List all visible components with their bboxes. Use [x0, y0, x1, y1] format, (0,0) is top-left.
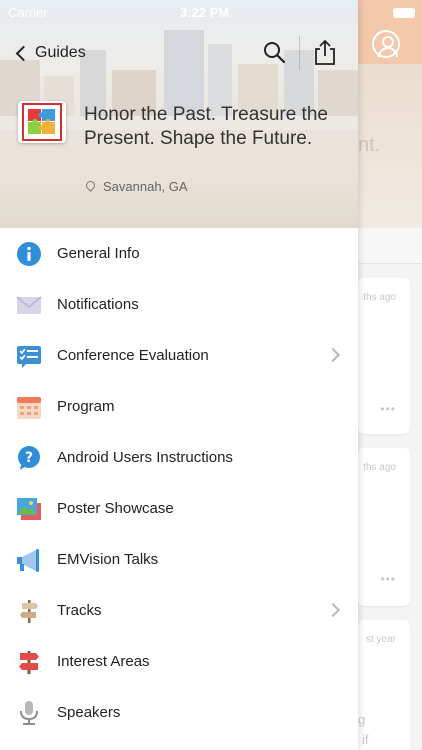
- svg-text:?: ?: [25, 450, 33, 466]
- menu-item-interest-areas[interactable]: Interest Areas: [0, 636, 358, 687]
- guide-location: Savannah, GA: [84, 179, 188, 194]
- direction-sign-icon: [16, 649, 42, 675]
- account-icon[interactable]: [372, 30, 400, 58]
- menu-item-label: Conference Evaluation: [57, 347, 209, 364]
- menu-item-label: General Info: [57, 245, 140, 262]
- background-card[interactable]: ths ago •••: [358, 278, 410, 434]
- back-label: Guides: [35, 44, 86, 61]
- menu-item-general-info[interactable]: General Info: [0, 228, 358, 279]
- menu-item-label: Interest Areas: [57, 653, 150, 670]
- background-header-text: nt.: [358, 134, 381, 156]
- menu-item-emvision-talks[interactable]: EMVision Talks: [0, 534, 358, 585]
- menu-item-label: Poster Showcase: [57, 500, 174, 517]
- menu-item-notifications[interactable]: Notifications: [0, 279, 358, 330]
- menu-item-label: EMVision Talks: [57, 551, 159, 568]
- menu-item-tracks[interactable]: Tracks: [0, 585, 358, 636]
- navigation-drawer: Carrier 3:22 PM Guides Honor the Past. T…: [0, 0, 358, 750]
- menu-item-poster-showcase[interactable]: Poster Showcase: [0, 483, 358, 534]
- guide-header: Carrier 3:22 PM Guides Honor the Past. T…: [0, 0, 358, 228]
- menu-item-android-users-instructions[interactable]: ? Android Users Instructions: [0, 432, 358, 483]
- guide-title: Honor the Past. Treasure the Present. Sh…: [84, 104, 328, 149]
- guide-menu: General Info Notifications Conference Ev…: [0, 228, 358, 738]
- background-text: if: [362, 732, 369, 747]
- background-card[interactable]: ths ago •••: [358, 448, 410, 606]
- help-icon: ?: [16, 445, 42, 471]
- guide-logo: [18, 101, 66, 143]
- megaphone-icon: [16, 547, 42, 573]
- menu-item-label: Program: [57, 398, 115, 415]
- background-tabs: [358, 228, 422, 264]
- menu-item-label: Notifications: [57, 296, 139, 313]
- menu-item-speakers[interactable]: Speakers: [0, 687, 358, 738]
- toolbar-divider: [299, 36, 300, 70]
- background-text: g: [358, 712, 366, 727]
- status-time: 3:22 PM: [180, 5, 230, 20]
- chevron-right-icon: [325, 347, 341, 363]
- location-pin-icon: [84, 179, 97, 192]
- back-button[interactable]: Guides: [14, 41, 86, 65]
- more-icon[interactable]: •••: [380, 572, 396, 586]
- carrier-label: Carrier: [8, 5, 48, 20]
- more-icon[interactable]: •••: [380, 402, 396, 416]
- microphone-icon: [16, 700, 42, 726]
- chevron-right-icon: [325, 602, 341, 618]
- menu-item-label: Speakers: [57, 704, 121, 721]
- card-timestamp: ths ago: [363, 462, 396, 473]
- share-icon[interactable]: [313, 38, 337, 66]
- menu-item-conference-evaluation[interactable]: Conference Evaluation: [0, 330, 358, 381]
- battery-icon: [393, 8, 415, 18]
- menu-item-program[interactable]: Program: [0, 381, 358, 432]
- menu-item-label: Tracks: [57, 602, 102, 619]
- checklist-icon: [16, 343, 42, 369]
- card-timestamp: ths ago: [363, 292, 396, 303]
- picture-icon: [16, 496, 42, 522]
- menu-item-label: Android Users Instructions: [57, 449, 233, 466]
- signpost-icon: [16, 598, 42, 624]
- info-icon: [16, 241, 42, 267]
- envelope-icon: [16, 292, 42, 318]
- search-icon[interactable]: [262, 40, 286, 64]
- calendar-icon: [16, 394, 42, 420]
- card-timestamp: st year: [365, 634, 396, 645]
- puzzle-logo-icon: [22, 103, 62, 141]
- chevron-left-icon: [15, 45, 32, 61]
- background-card[interactable]: st year: [358, 620, 410, 750]
- location-label: Savannah, GA: [103, 179, 188, 194]
